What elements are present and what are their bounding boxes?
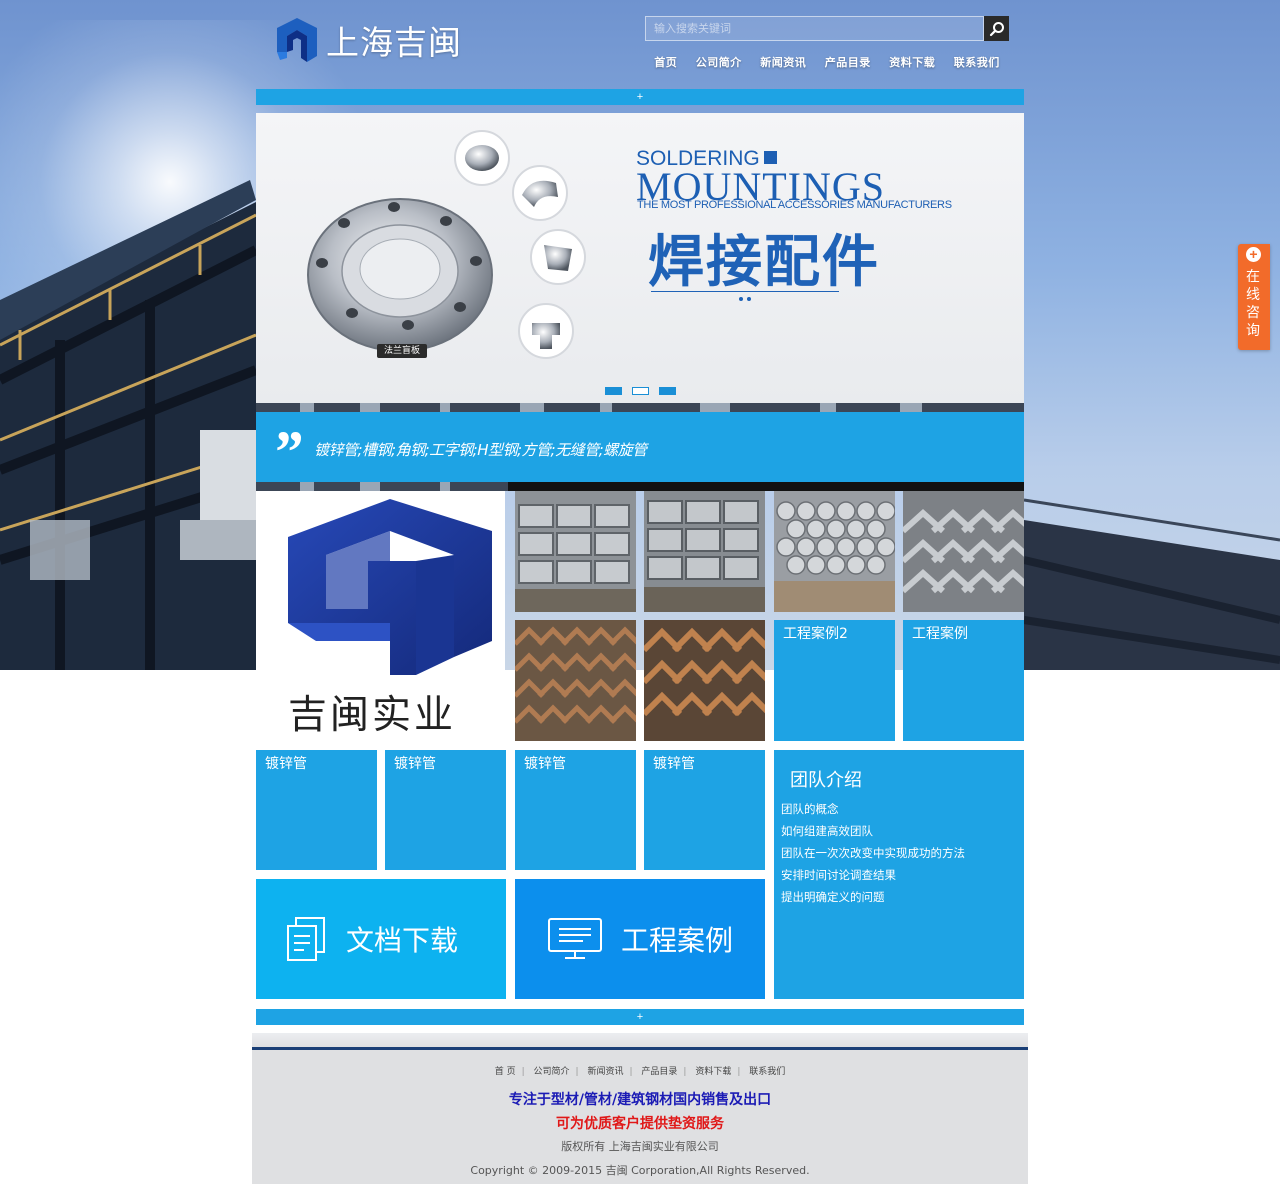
logo-title: 上海吉闽 [326, 23, 462, 62]
document-download-tile[interactable]: 文档下载 [256, 879, 506, 999]
banner-divider-dots [737, 288, 753, 306]
plus-icon: + [1246, 247, 1261, 262]
online-consult-button[interactable]: + 在线咨询 [1238, 244, 1270, 350]
case-tile-2[interactable]: 工程案例2 [774, 620, 895, 741]
case-tile-label: 工程案例2 [783, 626, 848, 642]
main-nav: 首页 公司简介 新闻资讯 产品目录 资料下载 联系我们 [645, 54, 1009, 70]
document-icon [287, 917, 325, 961]
product-tag: 法兰盲板 [377, 344, 427, 358]
footer-nav-news[interactable]: 新闻资讯 [587, 1067, 623, 1077]
hero-banner: 法兰盲板 SOLDERING MOUNTINGS THE MOST PROFES… [256, 113, 1024, 403]
channel-steel-photo [644, 491, 765, 612]
slider-dot-1[interactable] [605, 387, 622, 395]
footer-nav-downloads[interactable]: 资料下载 [695, 1067, 731, 1077]
footer-nav-home[interactable]: 首 页 [495, 1067, 516, 1077]
banner-subtitle-en: THE MOST PROFESSIONAL ACCESSORIES MANUFA… [637, 199, 952, 211]
online-consult-label: 在线咨询 [1246, 269, 1260, 339]
nav-products[interactable]: 产品目录 [825, 54, 871, 70]
nav-downloads[interactable]: 资料下载 [889, 54, 935, 70]
site-footer: 首 页 | 公司简介 | 新闻资讯 | 产品目录 | 资料下载 | 联系我们 专注于型材/… [252, 1033, 1028, 1184]
channel-steel-photo [515, 491, 636, 612]
product-tile-2[interactable]: 镀锌管 [385, 750, 506, 870]
search-input[interactable] [645, 16, 984, 41]
gallery-top-band [508, 482, 1024, 491]
top-expand-bar[interactable]: + [256, 89, 1024, 105]
case-tile-1[interactable]: 工程案例 [903, 620, 1024, 741]
products-quote-strip: ” 镀锌管;槽钢;角钢;工字钢;H型钢;方管;无缝管;螺旋管 [256, 412, 1024, 485]
slider-dot-2[interactable] [632, 387, 649, 395]
case-tile-label: 工程案例 [912, 626, 968, 642]
footer-nav-contact[interactable]: 联系我们 [749, 1067, 785, 1077]
quote-text: 镀锌管;槽钢;角钢;工字钢;H型钢;方管;无缝管;螺旋管 [314, 441, 647, 459]
nav-about[interactable]: 公司简介 [696, 54, 742, 70]
photo-tile-channel-steel-1[interactable] [515, 491, 636, 612]
fittings-product-image [307, 130, 586, 359]
photo-tile-rusty-angle-1[interactable] [515, 620, 636, 741]
team-intro-title: 团队介绍 [790, 770, 862, 791]
team-intro-item[interactable]: 如何组建高效团队 [781, 820, 965, 842]
team-intro-item[interactable]: 团队在一次次改变中实现成功的方法 [781, 842, 965, 864]
photo-tile-galvanized-pipe[interactable] [774, 491, 895, 612]
slider-pager [605, 387, 676, 395]
team-intro-item[interactable]: 团队的概念 [781, 798, 965, 820]
search-button[interactable] [984, 16, 1009, 41]
rusty-angle-steel-photo [515, 620, 636, 741]
team-intro-list: 团队的概念 如何组建高效团队 团队在一次次改变中实现成功的方法 安排时间讨论调查… [781, 798, 965, 908]
rusty-angle-steel-photo [644, 620, 765, 741]
footer-service-note: 可为优质客户提供垫资服务 [556, 1116, 724, 1132]
brand-logo-icon [288, 499, 492, 675]
product-tile-label: 镀锌管 [394, 756, 436, 772]
nav-news[interactable]: 新闻资讯 [760, 54, 806, 70]
site-logo[interactable]: 上海吉闽 [274, 16, 462, 64]
brand-name: 吉闽实业 [288, 693, 457, 738]
nav-contact[interactable]: 联系我们 [954, 54, 1000, 70]
document-download-label: 文档下载 [346, 924, 459, 957]
product-tile-label: 镀锌管 [265, 756, 307, 772]
banner-title-cn: 焊接配件 [648, 230, 880, 295]
footer-top-shade [252, 1033, 1028, 1047]
galvanized-pipe-photo [774, 491, 895, 612]
nav-home[interactable]: 首页 [654, 54, 677, 70]
monitor-icon [548, 918, 602, 959]
project-cases-tile[interactable]: 工程案例 [515, 879, 765, 999]
search-bar [645, 16, 1009, 41]
product-tile-label: 镀锌管 [524, 756, 566, 772]
footer-copyright-owner: 版权所有 上海吉闽实业有限公司 [561, 1140, 719, 1153]
footer-nav-products[interactable]: 产品目录 [641, 1067, 677, 1077]
logo-mark-icon [277, 18, 317, 62]
photo-tile-angle-steel[interactable] [903, 491, 1024, 612]
photo-tile-rusty-angle-2[interactable] [644, 620, 765, 741]
product-tile-label: 镀锌管 [653, 756, 695, 772]
footer-copyright: Copyright © 2009-2015 吉闽 Corporation,All… [470, 1164, 810, 1177]
product-tile-3[interactable]: 镀锌管 [515, 750, 636, 870]
angle-steel-photo [903, 491, 1024, 612]
project-cases-label: 工程案例 [621, 924, 734, 957]
footer-slogan: 专注于型材/管材/建筑钢材国内销售及出口 [508, 1092, 772, 1108]
team-intro-panel: 团队介绍 团队的概念 如何组建高效团队 团队在一次次改变中实现成功的方法 安排时… [774, 750, 1024, 999]
slider-dot-3[interactable] [659, 387, 676, 395]
footer-nav-about[interactable]: 公司简介 [534, 1067, 570, 1077]
footer-top-rule [252, 1047, 1028, 1050]
product-tile-1[interactable]: 镀锌管 [256, 750, 377, 870]
brand-tile[interactable]: 吉闽实业 [256, 491, 505, 741]
product-tile-4[interactable]: 镀锌管 [644, 750, 765, 870]
search-icon [989, 21, 1004, 36]
photo-tile-channel-steel-2[interactable] [644, 491, 765, 612]
team-intro-item[interactable]: 提出明确定义的问题 [781, 886, 965, 908]
footer-nav: 首 页 | 公司简介 | 新闻资讯 | 产品目录 | 资料下载 | 联系我们 [494, 1067, 786, 1077]
team-intro-item[interactable]: 安排时间讨论调查结果 [781, 864, 965, 886]
bottom-expand-bar[interactable]: + [256, 1009, 1024, 1025]
quote-mark: ” [272, 419, 302, 485]
